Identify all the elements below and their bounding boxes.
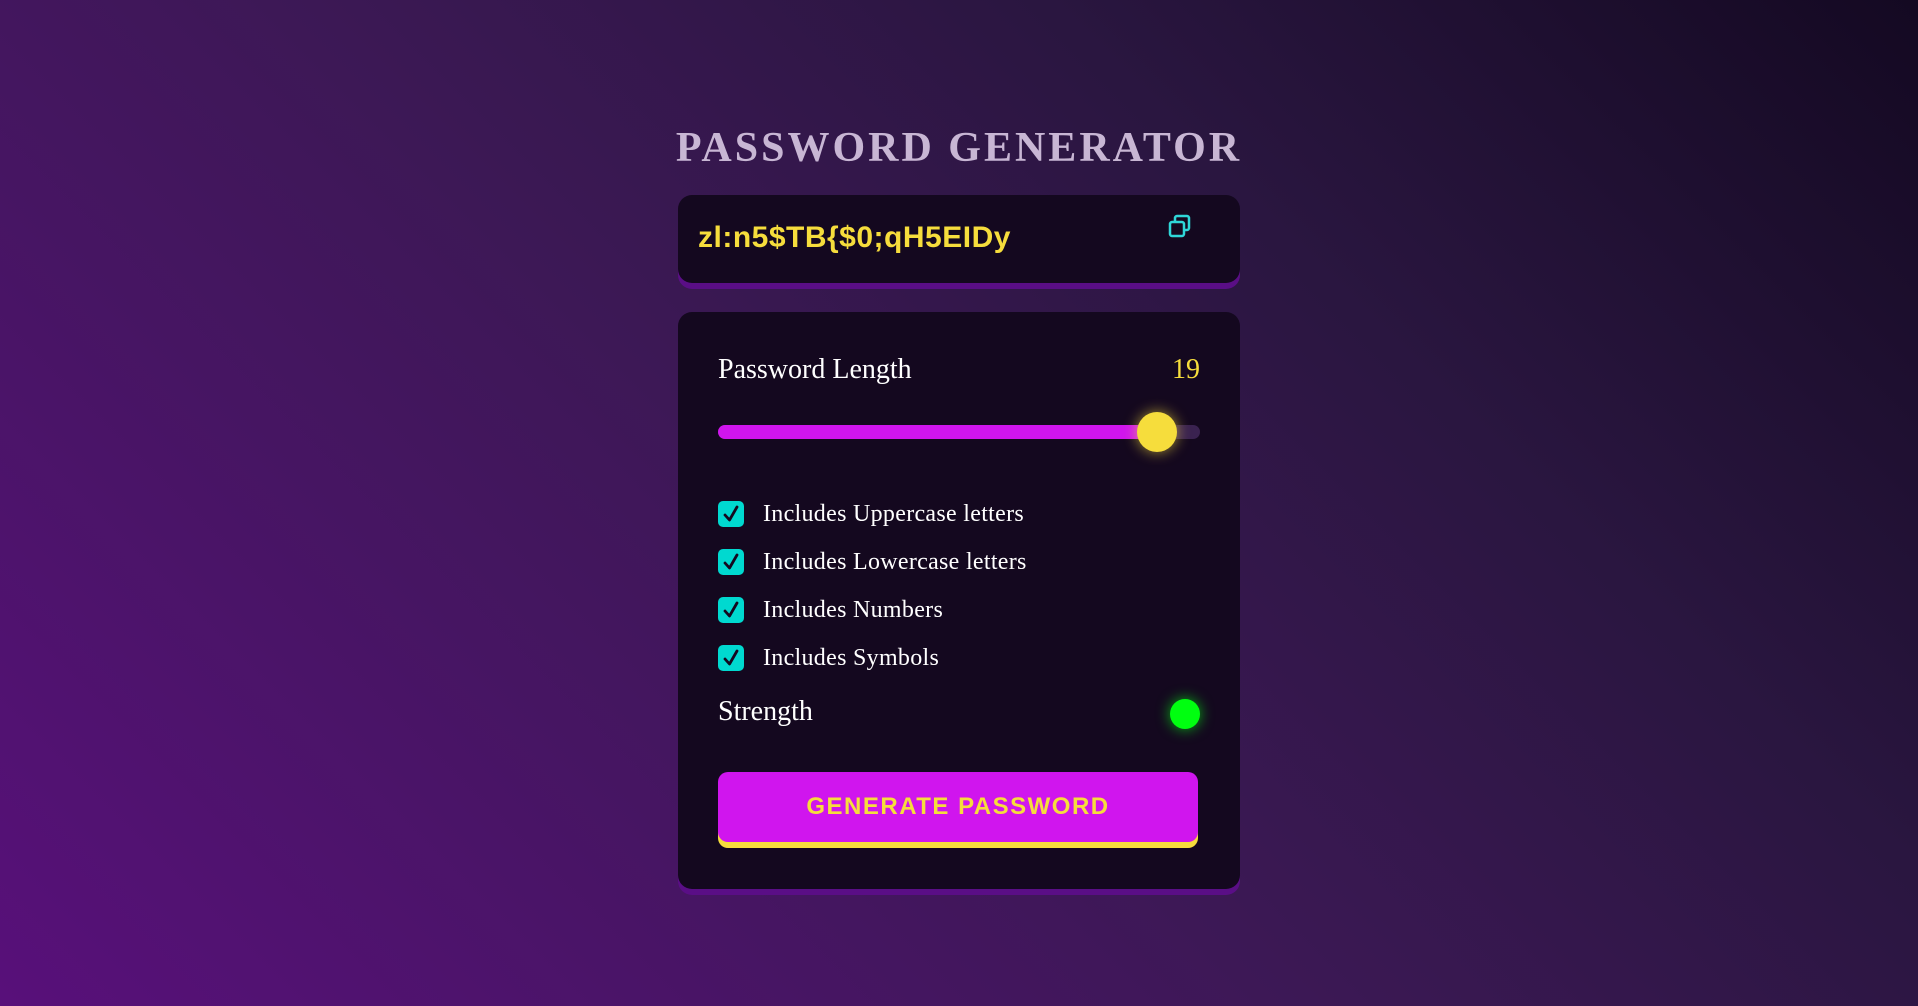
settings-panel: Password Length 19 Includes Uppercase le…: [678, 312, 1240, 889]
checkmark-icon: [723, 601, 739, 618]
option-numbers[interactable]: Includes Numbers: [718, 586, 1027, 634]
uppercase-label: Includes Uppercase letters: [763, 500, 1025, 527]
page-title: PASSWORD GENERATOR: [675, 125, 1243, 171]
checkmark-icon: [723, 553, 739, 570]
options-list: Includes Uppercase letters Includes Lowe…: [718, 490, 1027, 682]
option-symbols[interactable]: Includes Symbols: [718, 634, 1027, 682]
lowercase-checkbox[interactable]: [718, 549, 744, 575]
strength-label: Strength: [718, 696, 813, 727]
lowercase-label: Includes Lowercase letters: [763, 548, 1027, 575]
generate-password-button[interactable]: GENERATE PASSWORD: [718, 772, 1198, 842]
copy-icon[interactable]: [1166, 213, 1196, 243]
slider-thumb[interactable]: [1136, 412, 1177, 452]
password-text: zl:n5$TB{$0;qH5EIDy: [698, 221, 1011, 254]
password-length-value: 19: [1172, 354, 1200, 385]
password-display: zl:n5$TB{$0;qH5EIDy: [678, 195, 1240, 283]
numbers-checkbox[interactable]: [718, 597, 744, 623]
strength-indicator: [1170, 699, 1200, 729]
symbols-checkbox[interactable]: [718, 645, 744, 671]
slider-fill: [718, 425, 1157, 439]
password-length-slider[interactable]: [718, 412, 1200, 452]
checkmark-icon: [723, 649, 739, 666]
password-length-label: Password Length: [718, 354, 912, 385]
option-uppercase[interactable]: Includes Uppercase letters: [718, 490, 1027, 538]
checkmark-icon: [723, 505, 739, 522]
numbers-label: Includes Numbers: [763, 596, 944, 623]
uppercase-checkbox[interactable]: [718, 501, 744, 527]
option-lowercase[interactable]: Includes Lowercase letters: [718, 538, 1027, 586]
symbols-label: Includes Symbols: [763, 644, 940, 671]
